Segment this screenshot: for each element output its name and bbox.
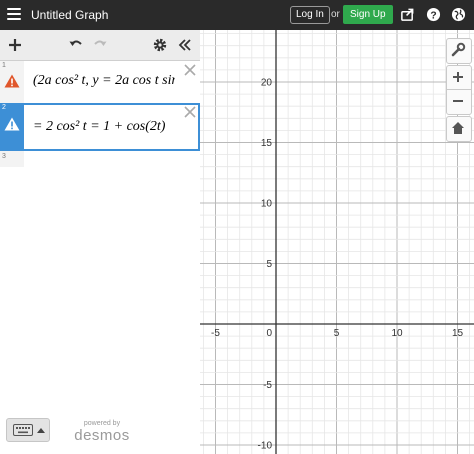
svg-text:?: ?: [430, 10, 436, 21]
close-icon[interactable]: [184, 106, 196, 118]
wrench-icon: [451, 42, 466, 57]
expression-item[interactable]: 2 = 2 cos² t = 1 + cos(2t): [0, 103, 200, 151]
axis-tick-label-x: 0: [266, 328, 272, 339]
zoom-in-button[interactable]: [446, 65, 472, 91]
expression-gutter: 3: [0, 151, 24, 167]
expression-number: 2: [2, 104, 6, 111]
keyboard-icon: [13, 424, 33, 436]
axis-tick-label-y: 20: [261, 78, 273, 89]
close-icon[interactable]: [184, 64, 196, 76]
desmos-logo: desmos: [74, 427, 130, 444]
keyboard-toggle-button[interactable]: [6, 418, 50, 442]
menu-icon[interactable]: [7, 8, 21, 20]
home-button[interactable]: [446, 116, 472, 142]
zoom-in-icon: [453, 72, 463, 82]
zoom-out-button[interactable]: [446, 89, 472, 115]
powered-by-desmos[interactable]: powered by desmos: [72, 420, 132, 444]
axis-tick-label-x: 5: [334, 328, 340, 339]
collapse-icon[interactable]: [177, 37, 193, 53]
axis-tick-label-y: -10: [258, 441, 273, 452]
caret-up-icon: [37, 428, 45, 433]
axis-tick-label-y: 15: [261, 138, 273, 149]
expression-number: 3: [2, 153, 6, 160]
settings-icon[interactable]: [152, 37, 168, 53]
expression-panel: 1 (2a cos² t, y = 2a cos t sin 2 = 2 cos…: [0, 30, 201, 454]
help-icon[interactable]: ?: [426, 7, 441, 22]
expression-math[interactable]: (2a cos² t, y = 2a cos t sin: [33, 73, 175, 89]
login-button[interactable]: Log In: [290, 6, 330, 24]
graph-title[interactable]: Untitled Graph: [31, 8, 108, 22]
warning-icon[interactable]: [4, 117, 20, 131]
undo-icon[interactable]: [68, 37, 84, 53]
language-icon[interactable]: [451, 7, 466, 22]
axis-tick-label-x: 15: [452, 328, 464, 339]
or-label: or: [331, 9, 340, 20]
zoom-out-icon: [453, 100, 463, 102]
expression-gutter: 2: [0, 103, 24, 151]
expression-math[interactable]: = 2 cos² t = 1 + cos(2t): [33, 119, 193, 135]
axis-tick-label-x: -5: [211, 328, 220, 339]
graph-settings-button[interactable]: [446, 38, 472, 64]
expression-toolbar: [0, 30, 200, 61]
expression-item[interactable]: 1 (2a cos² t, y = 2a cos t sin: [0, 61, 200, 104]
home-icon: [452, 122, 464, 134]
graph-canvas[interactable]: -5 0 5 10 15 20 15 10 5 -5 -10: [200, 30, 474, 454]
add-icon[interactable]: [7, 37, 23, 53]
error-icon[interactable]: [4, 74, 20, 88]
expression-gutter: 1: [0, 61, 24, 103]
axis-tick-label-y: 5: [266, 259, 272, 270]
signup-button[interactable]: Sign Up: [343, 5, 393, 24]
share-icon[interactable]: [400, 7, 415, 22]
redo-icon[interactable]: [92, 37, 108, 53]
expression-number: 1: [2, 62, 6, 69]
axis-tick-label-x: 10: [391, 328, 403, 339]
axis-tick-label-y: 10: [261, 199, 273, 210]
expression-item[interactable]: 3: [0, 151, 200, 167]
axis-tick-label-y: -5: [263, 380, 272, 391]
top-bar: Untitled Graph Log In or Sign Up ?: [0, 0, 474, 30]
